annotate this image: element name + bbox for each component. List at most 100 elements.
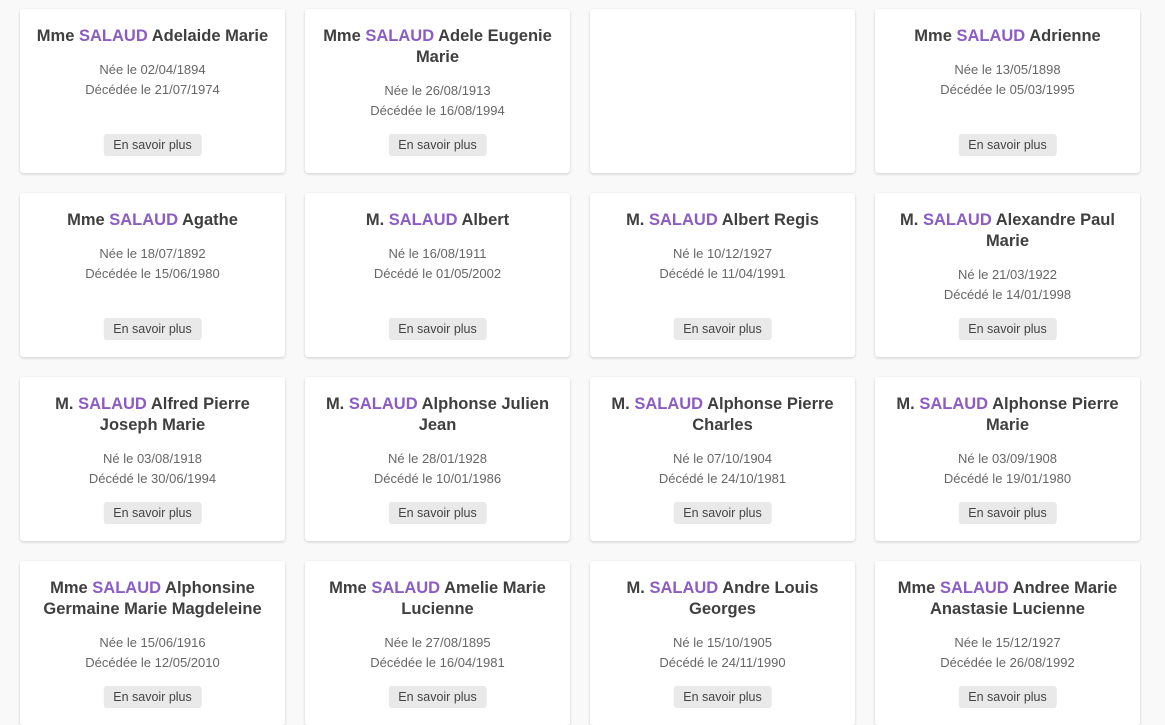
life-dates: Né le 03/09/1908 Décédé le 19/01/1980	[944, 449, 1071, 489]
birth-date: Né le 03/09/1908	[957, 451, 1058, 466]
person-name: M. SALAUD Alfred Pierre Joseph Marie	[20, 394, 285, 436]
death-date: Décédée le 26/08/1992	[940, 655, 1075, 670]
person-card: M. SALAUD Albert Regis Né le 10/12/1927 Dé…	[590, 193, 855, 357]
person-title: Mme	[914, 27, 952, 45]
person-card: M. SALAUD Alexandre Paul Marie Né le 21/0…	[875, 193, 1140, 357]
birth-date: Né le 16/08/1911	[388, 246, 487, 261]
person-surname: SALAUD	[78, 27, 148, 45]
card-content: M. SALAUD Alphonse Julien Jean Né le 28/0…	[305, 394, 570, 489]
card-content: Mme SALAUD Andree Marie Anastasie Lucien…	[875, 578, 1140, 673]
birth-date: Née le 13/05/1898	[954, 62, 1061, 77]
person-title: M.	[626, 579, 645, 597]
learn-more-button[interactable]: En savoir plus	[103, 318, 202, 340]
learn-more-button[interactable]: En savoir plus	[958, 318, 1057, 340]
life-dates: Née le 26/08/1913 Décédée le 16/08/1994	[370, 81, 504, 121]
person-name: M. SALAUD Alexandre Paul Marie	[875, 210, 1140, 252]
person-surname: SALAUD	[922, 211, 992, 229]
death-date: Décédé le 11/04/1991	[659, 266, 786, 281]
person-given-names: Albert	[461, 211, 510, 229]
life-dates: Née le 18/07/1892 Décédée le 15/06/1980	[85, 244, 219, 284]
person-card: M. SALAUD Alphonse Pierre Charles Né le 0…	[590, 377, 855, 541]
card-content: Mme SALAUD Adrienne Née le 13/05/1898 Décé…	[875, 26, 1140, 100]
person-title: Mme	[323, 27, 361, 45]
learn-more-button[interactable]: En savoir plus	[958, 134, 1057, 156]
death-date: Décédée le 05/03/1995	[940, 82, 1075, 97]
person-given-names: Agathe	[182, 211, 238, 229]
person-surname: SALAUD	[939, 579, 1009, 597]
card-content: M. SALAUD Alfred Pierre Joseph Marie Né l…	[20, 394, 285, 489]
card-content: M. SALAUD Andre Louis Georges Né le 15/10…	[590, 578, 855, 673]
learn-more-button[interactable]: En savoir plus	[103, 134, 202, 156]
person-title: M.	[896, 395, 915, 413]
death-date: Décédé le 24/11/1990	[659, 655, 786, 670]
person-given-names: Adelaide Marie	[151, 27, 269, 45]
death-date: Décédé le 19/01/1980	[943, 471, 1072, 486]
person-surname: SALAUD	[649, 579, 719, 597]
card-content: M. SALAUD Alphonse Pierre Marie Né le 03/…	[875, 394, 1140, 489]
learn-more-button[interactable]: En savoir plus	[673, 686, 772, 708]
birth-date: Née le 15/12/1927	[954, 635, 1061, 650]
learn-more-button[interactable]: En savoir plus	[958, 502, 1057, 524]
person-card: Mme SALAUD Amelie Marie Lucienne Née le 2…	[305, 561, 570, 725]
person-title: M.	[365, 211, 385, 229]
learn-more-button[interactable]: En savoir plus	[673, 318, 772, 340]
learn-more-button[interactable]: En savoir plus	[388, 134, 487, 156]
person-name: M. SALAUD Alphonse Pierre Charles	[590, 394, 855, 436]
life-dates: Né le 15/10/1905 Décédé le 24/11/1990	[659, 633, 785, 673]
person-surname: SALAUD	[388, 211, 458, 229]
life-dates: Née le 27/08/1895 Décédée le 16/04/1981	[370, 633, 504, 673]
empty-card	[590, 9, 855, 173]
person-name: M. SALAUD Andre Louis Georges	[590, 578, 855, 620]
birth-date: Né le 07/10/1904	[672, 451, 773, 466]
learn-more-button[interactable]: En savoir plus	[388, 318, 487, 340]
birth-date: Né le 03/08/1918	[102, 451, 203, 466]
person-given-names: Alphonse Pierre Marie	[985, 395, 1119, 434]
birth-date: Né le 15/10/1905	[672, 635, 773, 650]
learn-more-button[interactable]: En savoir plus	[958, 686, 1057, 708]
card-content: M. SALAUD Albert Né le 16/08/1911 Décédé l…	[305, 210, 570, 284]
card-content: M. SALAUD Alexandre Paul Marie Né le 21/0…	[875, 210, 1140, 305]
person-surname: SALAUD	[78, 395, 147, 413]
person-card: Mme SALAUD Adelaide Marie Née le 02/04/18…	[20, 9, 285, 173]
person-name: Mme SALAUD Adelaide Marie	[23, 26, 282, 47]
learn-more-button[interactable]: En savoir plus	[673, 502, 772, 524]
person-given-names: Alphonse Julien Jean	[418, 395, 550, 434]
person-given-names: Alphonse Pierre Charles	[692, 395, 834, 434]
person-surname: SALAUD	[348, 395, 418, 413]
person-title: M.	[55, 395, 74, 413]
learn-more-button[interactable]: En savoir plus	[103, 686, 202, 708]
life-dates: Né le 21/03/1922 Décédé le 14/01/1998	[944, 265, 1071, 305]
birth-date: Née le 02/04/1894	[99, 62, 206, 77]
person-surname: SALAUD	[634, 395, 704, 413]
person-card: M. SALAUD Andre Louis Georges Né le 15/10…	[590, 561, 855, 725]
death-date: Décédé le 24/10/1981	[658, 471, 787, 486]
person-card: M. SALAUD Alfred Pierre Joseph Marie Né l…	[20, 377, 285, 541]
person-given-names: Alexandre Paul Marie	[985, 211, 1115, 250]
life-dates: Née le 15/06/1916 Décédée le 12/05/2010	[85, 633, 219, 673]
learn-more-button[interactable]: En savoir plus	[388, 686, 487, 708]
person-title: M.	[611, 395, 630, 413]
learn-more-button[interactable]: En savoir plus	[388, 502, 487, 524]
learn-more-button[interactable]: En savoir plus	[103, 502, 202, 524]
card-content: Mme SALAUD Agathe Née le 18/07/1892 Décédé…	[20, 210, 285, 284]
person-surname: SALAUD	[365, 27, 435, 45]
birth-date: Née le 27/08/1895	[384, 635, 491, 650]
person-title: Mme	[36, 27, 75, 45]
person-card: Mme SALAUD Adele Eugenie Marie Née le 26/…	[305, 9, 570, 173]
person-given-names: Adele Eugenie Marie	[415, 27, 552, 66]
death-date: Décédé le 10/01/1986	[373, 471, 502, 486]
person-name: M. SALAUD Alphonse Julien Jean	[305, 394, 570, 436]
card-content: Mme SALAUD Alphonsine Germaine Marie Mag…	[20, 578, 285, 673]
life-dates: Né le 07/10/1904 Décédé le 24/10/1981	[659, 449, 786, 489]
death-date: Décédé le 14/01/1998	[943, 287, 1072, 302]
life-dates: Née le 15/12/1927 Décédée le 26/08/1992	[940, 633, 1074, 673]
birth-date: Né le 21/03/1922	[957, 267, 1058, 282]
person-title: M.	[626, 211, 645, 229]
person-surname: SALAUD	[956, 27, 1026, 45]
birth-date: Née le 26/08/1913	[384, 83, 491, 98]
card-content: M. SALAUD Alphonse Pierre Charles Né le 0…	[590, 394, 855, 489]
birth-date: Né le 10/12/1927	[672, 246, 773, 261]
person-surname: SALAUD	[371, 579, 441, 597]
person-card: Mme SALAUD Adrienne Née le 13/05/1898 Décé…	[875, 9, 1140, 173]
person-title: M.	[325, 395, 345, 413]
